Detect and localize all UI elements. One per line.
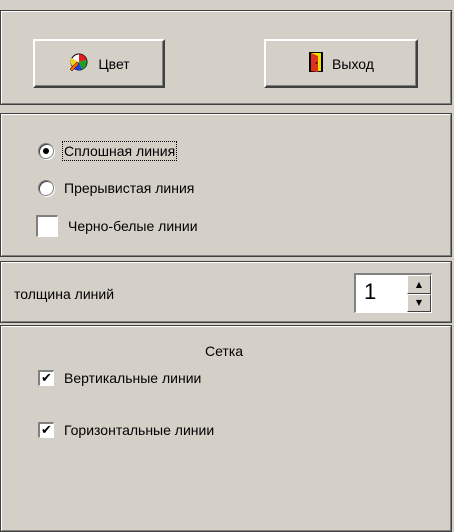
- vertical-lines-label: Вертикальные линии: [64, 370, 202, 386]
- bw-checkbox[interactable]: [36, 215, 58, 237]
- horizontal-lines-row[interactable]: ✔ Горизонтальные линии: [38, 422, 214, 438]
- thickness-value[interactable]: 1: [356, 275, 407, 312]
- grid-title: Сетка: [205, 343, 244, 359]
- color-button[interactable]: Цвет: [33, 39, 165, 88]
- settings-window: Цвет Выход Сплошная линия Прерывистая ли…: [0, 0, 454, 532]
- bw-checkbox-label: Черно-белые линии: [68, 218, 198, 234]
- spinner-down-button[interactable]: ▼: [407, 293, 431, 312]
- palette-icon: [68, 52, 90, 75]
- exit-button[interactable]: Выход: [264, 39, 418, 88]
- exit-door-icon: [308, 51, 324, 76]
- bw-checkbox-row[interactable]: Черно-белые линии: [36, 215, 198, 237]
- radio-solid[interactable]: [38, 143, 54, 159]
- check-icon: ✔: [41, 371, 52, 386]
- radio-solid-label: Сплошная линия: [61, 141, 178, 161]
- horizontal-lines-label: Горизонтальные линии: [64, 422, 215, 438]
- horizontal-lines-checkbox[interactable]: ✔: [38, 422, 54, 438]
- exit-button-label: Выход: [332, 55, 374, 72]
- thickness-spinner[interactable]: 1 ▲ ▼: [354, 273, 432, 313]
- radio-dashed[interactable]: [38, 180, 54, 196]
- spinner-up-button[interactable]: ▲: [407, 275, 431, 294]
- radio-solid-row[interactable]: Сплошная линия: [38, 141, 178, 161]
- thickness-label: толщина линий: [14, 286, 115, 302]
- spinner-buttons: ▲ ▼: [407, 275, 431, 312]
- color-button-label: Цвет: [98, 55, 130, 72]
- arrow-up-icon: ▲: [415, 279, 423, 289]
- check-icon: ✔: [41, 423, 52, 438]
- vertical-lines-row[interactable]: ✔ Вертикальные линии: [38, 370, 201, 386]
- arrow-down-icon: ▼: [415, 298, 423, 308]
- radio-dashed-row[interactable]: Прерывистая линия: [38, 180, 194, 196]
- vertical-lines-checkbox[interactable]: ✔: [38, 370, 54, 386]
- radio-dashed-label: Прерывистая линия: [64, 180, 195, 196]
